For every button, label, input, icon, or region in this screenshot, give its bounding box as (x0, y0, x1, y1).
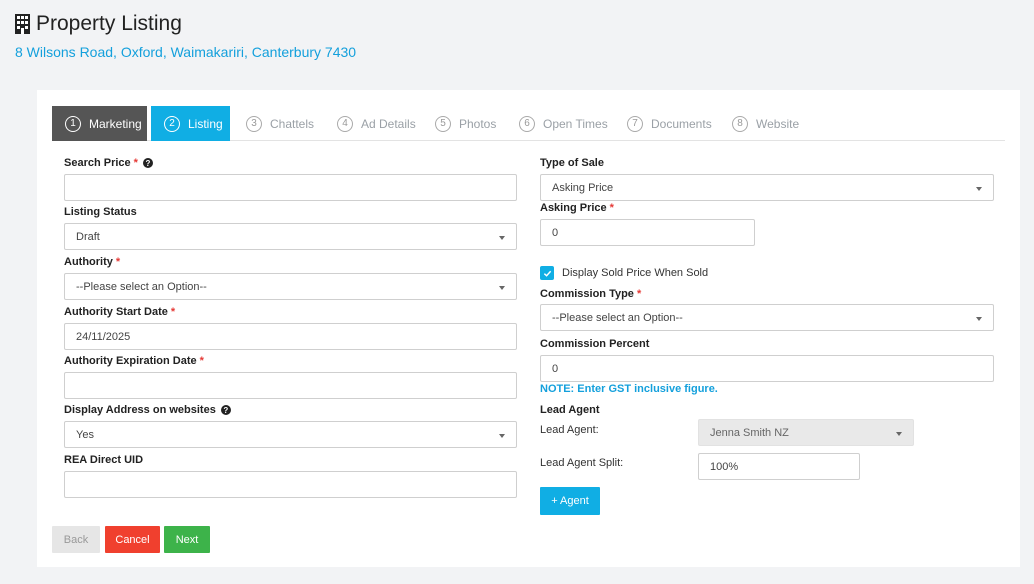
authority-label: Authority * (64, 256, 120, 268)
listing-status-select[interactable]: Draft (64, 223, 517, 250)
listing-form-card: 1 Marketing 2 Listing 3 Chattels 4 Ad Detail… (37, 90, 1020, 567)
page-title-text: Property Listing (36, 12, 182, 35)
tab-marketing[interactable]: 1 Marketing (52, 106, 147, 141)
tab-label: Open Times (543, 116, 608, 131)
tab-step-number: 6 (519, 115, 535, 132)
asking-price-input[interactable]: 0 (540, 219, 755, 246)
page-title: Property Listing (15, 11, 182, 37)
search-price-label: Search Price *? (64, 157, 153, 169)
tab-label: Chattels (270, 116, 315, 131)
tab-photos[interactable]: 5 Photos (422, 106, 496, 141)
listing-status-label: Listing Status (64, 206, 137, 218)
asking-price-label: Asking Price * (540, 202, 614, 214)
next-button[interactable]: Next (164, 526, 210, 553)
label-text: Asking Price (540, 202, 607, 214)
tab-step-number: 2 (164, 115, 180, 132)
tab-ad-details[interactable]: 4 Ad Details (324, 106, 416, 141)
lead-agent-split-label: Lead Agent Split: (540, 457, 624, 469)
required-marker: * (199, 355, 204, 367)
back-button[interactable]: Back (52, 526, 100, 553)
page-header: Property Listing 8 Wilsons Road, Oxford,… (15, 11, 356, 60)
authority-select[interactable]: --Please select an Option-- (64, 273, 517, 300)
tab-step-number: 4 (337, 115, 353, 132)
required-marker: * (115, 256, 121, 268)
tab-chattels[interactable]: 3 Chattels (233, 106, 314, 141)
label-text: Authority (64, 256, 113, 268)
tab-label: Marketing (89, 116, 142, 131)
tab-label: Website (756, 116, 800, 131)
lead-agent-heading: Lead Agent (540, 404, 600, 416)
commission-type-select[interactable]: --Please select an Option-- (540, 304, 994, 331)
tab-step-number: 7 (627, 115, 643, 132)
tab-label: Documents (651, 116, 712, 131)
tab-website[interactable]: 8 Website (719, 106, 799, 141)
tab-listing[interactable]: 2 Listing (151, 106, 230, 141)
check-icon (543, 270, 551, 277)
wizard-tabs: 1 Marketing 2 Listing 3 Chattels 4 Ad Detail… (52, 106, 1005, 141)
authority-expiration-date-label: Authority Expiration Date * (64, 355, 204, 367)
lead-agent-split-input[interactable]: 100% (698, 453, 860, 480)
add-agent-button[interactable]: + Agent (540, 487, 600, 515)
rea-direct-uid-label: REA Direct UID (64, 454, 144, 466)
tab-step-number: 3 (246, 115, 262, 132)
building-icon (15, 14, 30, 34)
required-marker: * (170, 306, 176, 318)
authority-start-date-input[interactable]: 24/11/2025 (64, 323, 517, 350)
required-marker: * (636, 288, 642, 300)
tab-step-number: 1 (65, 115, 81, 132)
display-sold-price-label: Display Sold Price When Sold (562, 267, 709, 279)
label-text: Authority Start Date (64, 306, 168, 318)
lead-agent-select[interactable]: Jenna Smith NZ (698, 419, 914, 446)
authority-start-date-label: Authority Start Date * (64, 306, 175, 318)
tab-open-times[interactable]: 6 Open Times (506, 106, 608, 141)
lead-agent-label: Lead Agent: (540, 424, 599, 436)
display-sold-price-checkbox[interactable] (540, 266, 554, 280)
display-address-select[interactable]: Yes (64, 421, 517, 448)
required-marker: * (133, 157, 138, 169)
rea-direct-uid-input[interactable] (64, 471, 517, 498)
tab-step-number: 5 (435, 115, 451, 132)
tab-label: Listing (188, 116, 223, 131)
commission-type-label: Commission Type * (540, 288, 641, 300)
tab-label: Ad Details (361, 116, 416, 131)
tab-documents[interactable]: 7 Documents (614, 106, 712, 141)
help-icon[interactable]: ? (142, 158, 153, 168)
label-text: Display Address on websites (64, 404, 216, 416)
tab-step-number: 8 (732, 115, 748, 132)
label-text: Commission Type (540, 288, 634, 300)
required-marker: * (609, 202, 614, 214)
tab-label: Photos (459, 116, 497, 131)
authority-expiration-date-input[interactable] (64, 372, 517, 399)
commission-percent-label: Commission Percent (540, 338, 650, 350)
type-of-sale-label: Type of Sale (540, 157, 604, 169)
cancel-button[interactable]: Cancel (105, 526, 160, 553)
gst-note: NOTE: Enter GST inclusive figure. (540, 383, 718, 395)
property-address: 8 Wilsons Road, Oxford, Waimakariri, Can… (15, 44, 357, 60)
search-price-input[interactable] (64, 174, 517, 201)
help-icon[interactable]: ? (220, 405, 231, 415)
type-of-sale-select[interactable]: Asking Price (540, 174, 994, 201)
label-text: Search Price (64, 157, 131, 169)
commission-percent-input[interactable]: 0 (540, 355, 994, 382)
label-text: Authority Expiration Date (64, 355, 197, 367)
display-address-label: Display Address on websites? (64, 404, 231, 416)
